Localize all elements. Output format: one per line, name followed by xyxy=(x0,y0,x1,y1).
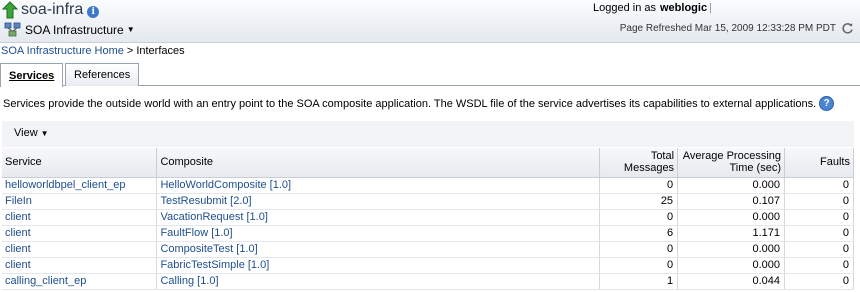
total-messages-cell: 0 xyxy=(599,209,679,226)
table-row: client FabricTestSimple [1.0] 0 0.000 0 xyxy=(2,257,854,274)
column-header-total-messages[interactable]: Total Messages xyxy=(599,148,679,178)
composite-link[interactable]: TestResubmit [2.0] xyxy=(160,195,251,207)
description-text: Services provide the outside world with … xyxy=(3,97,817,110)
column-header-composite[interactable]: Composite xyxy=(156,148,601,178)
table-row: calling_client_ep Calling [1.0] 1 0.044 … xyxy=(2,273,854,290)
avg-time-cell: 0.000 xyxy=(677,257,785,274)
service-cell: FileIn xyxy=(2,193,158,210)
refresh-icon[interactable] xyxy=(841,22,854,35)
composite-cell: FabricTestSimple [1.0] xyxy=(156,257,601,274)
view-menu[interactable]: View ▼ xyxy=(14,127,49,139)
composite-cell: HelloWorldComposite [1.0] xyxy=(156,177,601,194)
page-refreshed: Page Refreshed Mar 15, 2009 12:33:28 PM … xyxy=(620,22,854,35)
table-row: client VacationRequest [1.0] 0 0.000 0 xyxy=(2,209,854,226)
composite-link[interactable]: FabricTestSimple [1.0] xyxy=(160,259,269,271)
faults-cell: 0 xyxy=(784,241,854,258)
target-menu-label: SOA Infrastructure xyxy=(25,22,124,37)
breadcrumb-separator: > xyxy=(126,45,134,57)
page-title: soa-infra xyxy=(21,1,84,18)
table-row: client CompositeTest [1.0] 0 0.000 0 xyxy=(2,241,854,258)
tab-bar: Services References xyxy=(0,60,860,87)
total-messages-cell: 0 xyxy=(599,257,679,274)
service-link[interactable]: client xyxy=(5,211,31,223)
service-cell: client xyxy=(2,209,158,226)
total-messages-cell: 1 xyxy=(599,273,679,290)
composite-link[interactable]: HelloWorldComposite [1.0] xyxy=(160,179,291,191)
title-row: soa-infra i xyxy=(1,1,100,19)
column-header-faults[interactable]: Faults xyxy=(784,148,854,178)
composite-link[interactable]: CompositeTest [1.0] xyxy=(160,243,257,255)
service-cell: calling_client_ep xyxy=(2,273,158,290)
avg-header-line2: Time (sec) xyxy=(729,162,781,175)
services-table: Service Composite Total Messages Average… xyxy=(2,148,854,290)
avg-time-cell: 0.107 xyxy=(677,193,785,210)
refresh-timestamp: Page Refreshed Mar 15, 2009 12:33:28 PM … xyxy=(619,23,836,34)
service-cell: client xyxy=(2,257,158,274)
service-link[interactable]: client xyxy=(5,259,31,271)
target-menu[interactable]: SOA Infrastructure ▼ xyxy=(4,22,135,37)
tab-services[interactable]: Services xyxy=(0,63,63,87)
breadcrumb-current: Interfaces xyxy=(136,45,185,57)
table-row: client FaultFlow [1.0] 6 1.171 0 xyxy=(2,225,854,242)
table-row: helloworldbpel_client_ep HelloWorldCompo… xyxy=(2,177,854,194)
avg-time-cell: 0.000 xyxy=(677,177,785,194)
avg-header-line1: Average Processing xyxy=(682,150,781,163)
chevron-down-icon: ▼ xyxy=(126,25,135,34)
faults-cell: 0 xyxy=(784,209,854,226)
service-cell: helloworldbpel_client_ep xyxy=(2,177,158,194)
chevron-down-icon: ▼ xyxy=(40,129,49,138)
composite-cell: FaultFlow [1.0] xyxy=(156,225,601,242)
service-link[interactable]: client xyxy=(5,243,31,255)
info-icon[interactable]: i xyxy=(87,5,100,18)
breadcrumb: SOA Infrastructure Home > Interfaces xyxy=(1,45,185,57)
user-name: weblogic xyxy=(660,2,708,14)
composite-cell: VacationRequest [1.0] xyxy=(156,209,601,226)
avg-time-cell: 0.000 xyxy=(677,209,785,226)
faults-cell: 0 xyxy=(784,193,854,210)
total-header-line1: Total xyxy=(650,150,675,163)
tab-references[interactable]: References xyxy=(65,63,139,86)
total-messages-cell: 0 xyxy=(599,177,679,194)
column-header-service[interactable]: Service xyxy=(2,148,158,178)
faults-cell: 0 xyxy=(784,225,854,242)
login-info: Logged in as weblogic | xyxy=(593,2,712,14)
description: Services provide the outside world with … xyxy=(3,96,835,111)
composite-cell: CompositeTest [1.0] xyxy=(156,241,601,258)
faults-cell: 0 xyxy=(784,257,854,274)
divider: | xyxy=(709,2,712,14)
composite-link[interactable]: VacationRequest [1.0] xyxy=(160,211,267,223)
service-link[interactable]: client xyxy=(5,227,31,239)
faults-cell: 0 xyxy=(784,177,854,194)
service-cell: client xyxy=(2,241,158,258)
total-header-line2: Messages xyxy=(623,162,675,175)
avg-time-cell: 0.000 xyxy=(677,241,785,258)
soa-infrastructure-icon xyxy=(4,22,21,37)
service-link[interactable]: calling_client_ep xyxy=(5,275,86,287)
green-up-arrow-icon[interactable] xyxy=(1,1,19,19)
total-messages-cell: 25 xyxy=(599,193,679,210)
table-toolbar: View ▼ xyxy=(2,121,854,147)
composite-link[interactable]: FaultFlow [1.0] xyxy=(160,227,232,239)
total-messages-cell: 0 xyxy=(599,241,679,258)
service-link[interactable]: FileIn xyxy=(5,195,32,207)
avg-time-cell: 0.044 xyxy=(677,273,785,290)
view-menu-label: View xyxy=(14,127,38,139)
service-link[interactable]: helloworldbpel_client_ep xyxy=(5,179,125,191)
avg-time-cell: 1.171 xyxy=(677,225,785,242)
column-header-avg-processing-time[interactable]: Average Processing Time (sec) xyxy=(677,148,785,178)
table-row: FileIn TestResubmit [2.0] 25 0.107 0 xyxy=(2,193,854,210)
total-messages-cell: 6 xyxy=(599,225,679,242)
composite-cell: Calling [1.0] xyxy=(156,273,601,290)
service-cell: client xyxy=(2,225,158,242)
faults-cell: 0 xyxy=(784,273,854,290)
composite-link[interactable]: Calling [1.0] xyxy=(160,275,218,287)
help-icon[interactable]: ? xyxy=(819,96,835,111)
page-header: soa-infra i SOA Infrastructure ▼ Logged … xyxy=(0,0,860,43)
table-header-row: Service Composite Total Messages Average… xyxy=(2,148,854,178)
login-prefix: Logged in as xyxy=(593,2,656,14)
composite-cell: TestResubmit [2.0] xyxy=(156,193,601,210)
breadcrumb-home-link[interactable]: SOA Infrastructure Home xyxy=(1,45,124,57)
